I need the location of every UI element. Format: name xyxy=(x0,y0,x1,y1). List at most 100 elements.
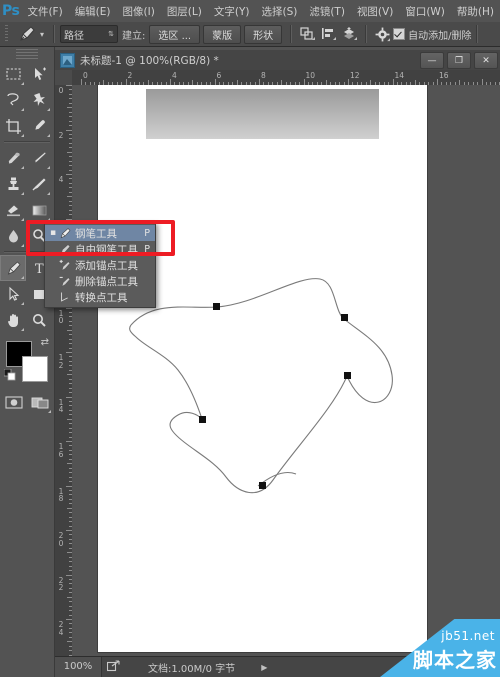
tool-row-10 xyxy=(0,307,54,333)
tools-panel-grip[interactable] xyxy=(16,49,38,59)
ruler-corner[interactable] xyxy=(55,70,73,86)
background-color-swatch[interactable] xyxy=(22,356,48,382)
menu-help[interactable]: 帮助(H) xyxy=(451,2,500,21)
pen-tool-icon xyxy=(57,226,73,240)
path-mode-select[interactable]: 路径 ⇅ xyxy=(60,25,119,43)
menu-file[interactable]: 文件(F) xyxy=(21,2,68,21)
document-size-info: 文档:1.00M/0 字节 xyxy=(148,663,236,675)
menu-select[interactable]: 选择(S) xyxy=(255,2,303,21)
tool-more-corner-icon xyxy=(47,166,50,169)
make-shape-button[interactable]: 形状 xyxy=(244,24,283,44)
svg-text:T: T xyxy=(35,262,44,277)
menu-image[interactable]: 图像(I) xyxy=(117,2,161,21)
default-colors-icon[interactable] xyxy=(3,366,16,385)
options-separator-4 xyxy=(476,25,479,43)
ruler-label: 2 xyxy=(127,71,133,80)
window-controls: — ❐ ✕ xyxy=(420,52,498,69)
auto-add-delete-checkbox[interactable]: 自动添加/删除 xyxy=(393,27,471,42)
make-selection-button[interactable]: 选区 ... xyxy=(149,24,201,44)
document-tab[interactable]: 未标题-1 @ 100%(RGB/8) * — ❐ ✕ xyxy=(55,50,500,71)
horizontal-ruler[interactable]: 0 2 4 6 8 10 12 14 16 xyxy=(72,70,500,86)
vertical-ruler[interactable]: 024681012141618202224 xyxy=(55,85,73,657)
canvas-area[interactable] xyxy=(72,85,500,657)
flyout-item-convert-point-tool[interactable]: 转换点工具 xyxy=(45,289,155,305)
healing-brush-tool[interactable] xyxy=(0,145,26,171)
flyout-label-add-anchor-point-tool: 添加锚点工具 xyxy=(75,259,138,272)
brush-tool[interactable] xyxy=(26,145,52,171)
menu-layer[interactable]: 图层(L) xyxy=(161,2,208,21)
magic-wand-tool[interactable] xyxy=(26,87,52,113)
flyout-label-pen-tool: 钢笔工具 xyxy=(75,227,117,240)
add-anchor-point-icon xyxy=(57,258,73,272)
flyout-label-convert-point-tool: 转换点工具 xyxy=(75,291,128,304)
delete-anchor-point-icon xyxy=(57,274,73,288)
flyout-item-freeform-pen-tool[interactable]: 自由钢笔工具 P xyxy=(45,241,155,257)
ruler-label: 12 xyxy=(58,353,64,370)
tool-more-corner-icon xyxy=(48,410,51,413)
menu-filter[interactable]: 滤镜(T) xyxy=(303,2,351,21)
ruler-label: 14 xyxy=(394,71,405,80)
lasso-tool[interactable] xyxy=(0,87,26,113)
flyout-item-pen-tool[interactable]: ▪ 钢笔工具 P xyxy=(45,225,155,241)
flyout-item-add-anchor-point-tool[interactable]: 添加锚点工具 xyxy=(45,257,155,273)
maximize-button[interactable]: ❐ xyxy=(447,52,471,69)
watermark: jb51.net 脚本之家 xyxy=(380,619,500,677)
screen-mode-icon[interactable] xyxy=(27,389,53,415)
ruler-label: 16 xyxy=(439,71,449,80)
tool-row-3 xyxy=(0,113,54,139)
gradient-tool[interactable] xyxy=(26,197,52,223)
ruler-label: 20 xyxy=(58,531,64,548)
tool-preview-chevron-down-icon[interactable]: ▾ xyxy=(40,30,44,39)
move-tool[interactable] xyxy=(26,61,52,87)
flyout-label-delete-anchor-point-tool: 删除锚点工具 xyxy=(75,275,138,288)
minimize-button[interactable]: — xyxy=(420,52,444,69)
gear-icon[interactable] xyxy=(372,24,392,44)
ruler-label: 4 xyxy=(58,175,64,184)
ruler-label: 10 xyxy=(305,71,316,80)
expand-arrow-icon[interactable]: ▶ xyxy=(261,663,267,672)
ruler-label: 0 xyxy=(58,86,64,95)
flyout-shortcut-freeform-pen-tool: P xyxy=(144,243,150,255)
current-tool-preview[interactable]: ▾ xyxy=(11,25,48,43)
marquee-tool[interactable] xyxy=(0,61,26,87)
crop-tool[interactable] xyxy=(0,113,26,139)
menu-edit[interactable]: 编辑(E) xyxy=(69,2,117,21)
tool-more-corner-icon xyxy=(21,108,24,111)
make-mask-button[interactable]: 蒙版 xyxy=(203,24,242,44)
tool-more-corner-icon xyxy=(47,192,50,195)
path-alignment-icon[interactable] xyxy=(318,24,338,44)
pen-tool-icon xyxy=(7,260,21,275)
path-mode-stepper-icon[interactable]: ⇅ xyxy=(108,30,114,38)
ruler-label: 4 xyxy=(172,71,177,80)
options-separator-1 xyxy=(53,25,56,43)
zoom-level-field[interactable]: 100% xyxy=(55,657,102,677)
clone-stamp-tool[interactable] xyxy=(0,171,26,197)
swap-colors-icon[interactable]: ⇄ xyxy=(41,337,49,348)
eraser-tool[interactable] xyxy=(0,197,26,223)
menu-view[interactable]: 视图(V) xyxy=(351,2,399,21)
tool-more-corner-icon xyxy=(21,166,24,169)
path-selection-tool[interactable] xyxy=(0,281,26,307)
photoshop-window: Ps 文件(F) 编辑(E) 图像(I) 图层(L) 文字(Y) 选择(S) 滤… xyxy=(0,0,500,677)
pen-tool[interactable] xyxy=(0,255,26,281)
ruler-label: 18 xyxy=(58,486,64,503)
flyout-item-delete-anchor-point-tool[interactable]: 删除锚点工具 xyxy=(45,273,155,289)
document-canvas[interactable] xyxy=(98,85,427,652)
photoshop-logo: Ps xyxy=(2,3,20,19)
close-button[interactable]: ✕ xyxy=(474,52,498,69)
watermark-url: jb51.net xyxy=(441,629,495,643)
ruler-label: 24 xyxy=(58,620,64,637)
eyedropper-tool[interactable] xyxy=(26,113,52,139)
blur-tool[interactable] xyxy=(0,223,26,249)
path-arrangement-icon[interactable] xyxy=(339,24,359,44)
menu-type[interactable]: 文字(Y) xyxy=(208,2,256,21)
zoom-tool[interactable] xyxy=(26,307,52,333)
menu-window[interactable]: 窗口(W) xyxy=(399,2,451,21)
path-operations-icon[interactable] xyxy=(297,24,317,44)
freeform-pen-tool-icon xyxy=(57,242,73,256)
quick-mask-icon[interactable] xyxy=(1,389,27,415)
share-icon[interactable] xyxy=(102,659,124,675)
options-bar-grip[interactable] xyxy=(2,22,11,46)
hand-tool[interactable] xyxy=(0,307,26,333)
history-brush-tool[interactable] xyxy=(26,171,52,197)
